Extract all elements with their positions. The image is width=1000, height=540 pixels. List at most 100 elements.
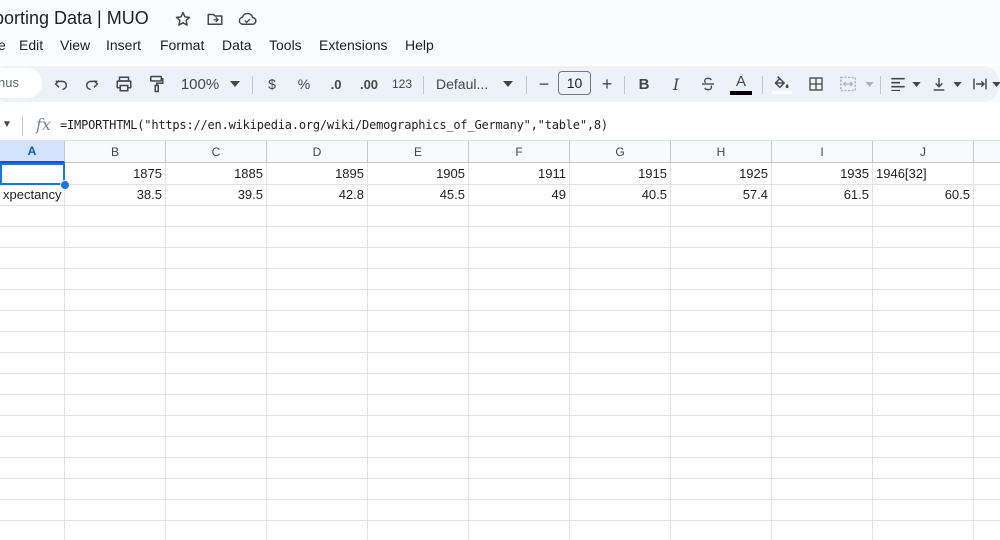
cell-f2[interactable]: 49 [469, 184, 570, 205]
cell-i1[interactable]: 1935 [772, 163, 873, 184]
wrap-dropdown-icon[interactable] [990, 72, 1000, 96]
redo-icon[interactable] [82, 72, 102, 96]
text-color-button[interactable]: A [729, 72, 753, 96]
font-size-input[interactable]: 10 [558, 71, 591, 95]
cell-g1[interactable]: 1915 [570, 163, 671, 184]
toolbar-divider [252, 76, 253, 94]
column-header-g[interactable]: G [570, 141, 671, 163]
formula-bar: ▼ fx =IMPORTHTML("https://en.wikipedia.o… [0, 110, 1000, 141]
column-header-d[interactable]: D [267, 141, 368, 163]
fill-color-button[interactable] [772, 72, 792, 96]
column-header-k[interactable] [974, 141, 1000, 163]
row-gridline [0, 373, 1000, 374]
column-header-c[interactable]: C [166, 141, 267, 163]
menu-format[interactable]: Format [160, 38, 204, 52]
number-format-button[interactable]: 123 [389, 72, 415, 96]
cell-i2[interactable]: 61.5 [772, 184, 873, 205]
column-header-a[interactable]: A [0, 141, 65, 163]
column-header-h[interactable]: H [671, 141, 772, 163]
cell-j1[interactable]: 1946[32] [873, 163, 974, 184]
toolbar-divider [423, 76, 424, 94]
bold-button[interactable]: B [634, 72, 654, 96]
font-select[interactable]: Defaul... [436, 72, 496, 96]
cell-h2[interactable]: 57.4 [671, 184, 772, 205]
column-header-e[interactable]: E [368, 141, 469, 163]
cell-f1[interactable]: 1911 [469, 163, 570, 184]
merge-dropdown-icon[interactable] [863, 72, 875, 96]
cell-b1[interactable]: 1875 [65, 163, 166, 184]
function-icon: fx [36, 115, 51, 134]
row-gridline [0, 436, 1000, 437]
toolbar-divider [526, 76, 527, 94]
toolbar-divider [624, 76, 625, 94]
fill-color-icon [774, 75, 789, 88]
row-gridline [0, 415, 1000, 416]
cell-d2[interactable]: 42.8 [267, 184, 368, 205]
cell-c2[interactable]: 39.5 [166, 184, 267, 205]
spreadsheet-grid[interactable]: A B C D E F G H I J 1875 1885 1895 1905 1911 1915 1925 19… [0, 141, 1000, 540]
vertical-align-icon[interactable] [929, 72, 949, 96]
menu-edit[interactable]: Edit [19, 38, 43, 52]
cell-j2[interactable]: 60.5 [873, 184, 974, 205]
column-header-b[interactable]: B [65, 141, 166, 163]
increase-font-size-button[interactable]: + [598, 72, 616, 96]
formula-input[interactable]: =IMPORTHTML("https://en.wikipedia.org/wi… [60, 118, 608, 132]
formula-bar-divider [22, 116, 23, 136]
name-box-dropdown-icon[interactable]: ▼ [2, 119, 12, 130]
increase-decimal-label: .00 [359, 76, 379, 92]
column-header-i[interactable]: I [772, 141, 873, 163]
italic-button[interactable]: I [666, 72, 686, 96]
menu-help[interactable]: Help [405, 38, 434, 52]
menu-insert[interactable]: Insert [106, 38, 141, 52]
undo-icon[interactable] [51, 72, 71, 96]
menu-file[interactable]: e [0, 38, 6, 52]
currency-format-button[interactable]: $ [262, 72, 282, 96]
menu-view[interactable]: View [60, 38, 90, 52]
text-wrapping-icon[interactable] [970, 72, 990, 96]
cell-e1[interactable]: 1905 [368, 163, 469, 184]
decrease-decimal-label: .0 [330, 76, 342, 92]
column-header-j[interactable]: J [873, 141, 974, 163]
zoom-select[interactable]: 100% [178, 72, 222, 96]
zoom-dropdown-icon[interactable] [228, 72, 242, 96]
search-menus-button[interactable]: nus [0, 68, 42, 98]
title-bar: porting Data | MUO [0, 0, 1000, 38]
horizontal-align-icon[interactable] [888, 72, 908, 96]
percent-format-button[interactable]: % [294, 72, 314, 96]
row-gridline [0, 457, 1000, 458]
paint-format-icon[interactable] [146, 72, 166, 96]
font-dropdown-icon[interactable] [501, 72, 515, 96]
cell-h1[interactable]: 1925 [671, 163, 772, 184]
valign-dropdown-icon[interactable] [951, 72, 963, 96]
star-icon[interactable] [173, 9, 193, 29]
menu-data[interactable]: Data [222, 38, 252, 52]
decrease-font-size-button[interactable]: − [535, 72, 553, 96]
print-icon[interactable] [114, 72, 134, 96]
cell-b2[interactable]: 38.5 [65, 184, 166, 205]
menu-extensions[interactable]: Extensions [319, 38, 387, 52]
cell-c1[interactable]: 1885 [166, 163, 267, 184]
cell-e2[interactable]: 45.5 [368, 184, 469, 205]
menu-tools[interactable]: Tools [269, 38, 302, 52]
document-title[interactable]: porting Data | MUO [0, 8, 149, 29]
column-header-f[interactable]: F [469, 141, 570, 163]
borders-icon[interactable] [806, 72, 826, 96]
toolbar-divider [880, 76, 881, 94]
align-dropdown-icon[interactable] [910, 72, 922, 96]
row-gridline [0, 226, 1000, 227]
cell-d1[interactable]: 1895 [267, 163, 368, 184]
increase-decimal-button[interactable]: .00 [356, 72, 382, 96]
row-gridline [0, 268, 1000, 269]
strikethrough-icon[interactable] [698, 72, 718, 96]
cloud-saved-icon[interactable] [237, 9, 257, 29]
toolbar: nus 100% $ % .0 .00 123 Defaul... − 10 +… [0, 66, 1000, 102]
menu-bar: e Edit View Insert Format Data Tools Ext… [0, 38, 1000, 64]
fill-handle[interactable] [60, 180, 70, 190]
row-gridline [0, 499, 1000, 500]
row-gridline [0, 394, 1000, 395]
cell-a2[interactable]: xpectancy [0, 184, 65, 205]
move-to-folder-icon[interactable] [205, 9, 225, 29]
cell-g2[interactable]: 40.5 [570, 184, 671, 205]
decrease-decimal-button[interactable]: .0 [325, 72, 347, 96]
merge-cells-icon[interactable] [838, 72, 858, 96]
